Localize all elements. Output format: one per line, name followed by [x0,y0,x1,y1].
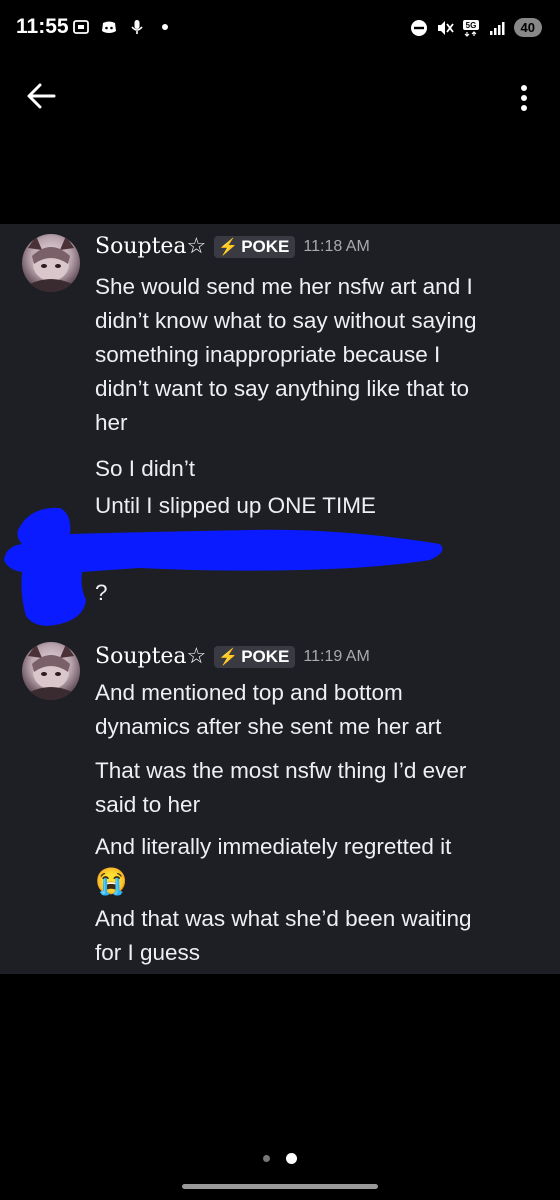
message-header: Souptea☆ ⚡ POKE 11:18 AM [95,234,370,259]
status-bar: 11:55 5G 40 [0,0,560,60]
username[interactable]: Souptea☆ [95,234,206,259]
redaction-scribble [4,507,443,626]
screenshot-icon [73,20,89,34]
status-time: 11:55 [16,15,69,38]
top-app-bar [0,60,560,130]
tag-label: POKE [241,236,290,256]
message-timestamp: 11:18 AM [303,237,370,255]
notification-dot-icon [162,24,168,30]
more-options-button[interactable] [512,80,536,116]
message-header: Souptea☆ ⚡ POKE 11:19 AM [95,644,370,669]
more-vertical-icon [521,85,527,111]
battery-indicator: 40 [513,18,542,37]
crying-emoji: 😭 [95,866,128,896]
mute-icon [437,20,454,35]
username[interactable]: Souptea☆ [95,644,206,669]
home-gesture-bar[interactable] [182,1184,378,1189]
do-not-disturb-icon [410,19,427,36]
lightning-bolt-icon: ⚡ [218,238,239,256]
message-text: said to her [95,792,201,817]
status-notification-icons [72,18,174,36]
message-text: something inappropriate because I [95,342,441,367]
avatar[interactable] [22,642,80,700]
page-dot-active[interactable] [285,1153,297,1164]
message-text: So I didn’t [95,456,196,481]
message-text: And literally immediately regretted it [95,834,452,859]
svg-text:5G: 5G [465,21,476,30]
message-text: didn’t want to say anything like that to [95,376,469,401]
avatar-artwork [28,644,74,700]
microphone-icon [131,20,143,34]
user-tag-badge[interactable]: ⚡ POKE [214,235,296,258]
network-5g-icon: 5G [462,19,479,37]
page-indicator [0,1148,560,1167]
message-text: And that was what she’d been waiting [95,906,472,931]
avatar[interactable] [22,234,80,292]
discord-icon [102,21,116,33]
message-text: for I guess [95,940,201,965]
message-text: She would send me her nsfw art and I [95,274,473,299]
message-text: didn’t know what to say without saying [95,308,477,333]
status-system-icons: 5G 40 [410,18,542,37]
lightning-bolt-icon: ⚡ [218,648,239,666]
message-text: And mentioned top and bottom [95,680,403,705]
message-text: her [95,410,128,435]
message-text: That was the most nsfw thing I’d ever [95,758,467,783]
back-button[interactable] [22,78,62,114]
tag-label: POKE [241,646,290,666]
signal-icon [489,21,505,35]
arrow-left-icon [27,83,56,109]
avatar-artwork [28,236,74,292]
message-timestamp: 11:19 AM [303,647,370,665]
message-text: dynamics after she sent me her art [95,714,442,739]
page-dot[interactable] [263,1155,271,1162]
user-tag-badge[interactable]: ⚡ POKE [214,645,296,668]
